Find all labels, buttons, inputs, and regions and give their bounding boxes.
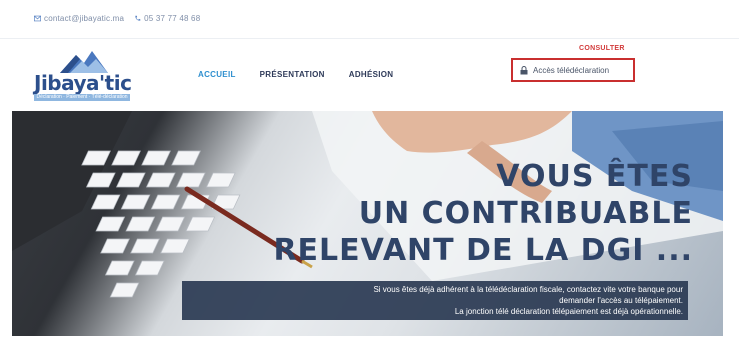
site-header: Jibaya'tic Déclaration · Paiement · Télé… [0, 39, 739, 109]
email-item[interactable]: contact@jibayatic.ma [34, 14, 124, 23]
top-contact-bar: contact@jibayatic.ma 05 37 77 48 68 [0, 0, 739, 38]
logo-tagline: Déclaration · Paiement · Télé-déclaratio… [34, 94, 130, 101]
hero-caption-line-3: La jonction télé déclaration télépaiemen… [454, 307, 683, 316]
lock-icon [520, 65, 528, 74]
envelope-icon [34, 15, 41, 22]
hero-banner: VOUS ÊTES UN CONTRIBUABLE RELEVANT DE LA… [12, 111, 723, 336]
hero-heading-line-3: RELEVANT DE LA DGI ... [273, 233, 693, 268]
nav-item-presentation[interactable]: PRÉSENTATION [260, 70, 325, 79]
main-nav: ACCUEIL PRÉSENTATION ADHÉSION [198, 70, 393, 79]
nav-item-accueil[interactable]: ACCUEIL [198, 70, 236, 79]
consult-label: CONSULTER [579, 45, 625, 52]
phone-icon [135, 15, 141, 21]
hero-caption: Si vous êtes déjà adhérent à la télédécl… [182, 281, 688, 320]
site-logo[interactable]: Jibaya'tic Déclaration · Paiement · Télé… [34, 49, 132, 103]
nav-item-adhesion[interactable]: ADHÉSION [349, 70, 394, 79]
login-button-label: Accès télédéclaration [533, 65, 610, 75]
hero-heading-line-1: VOUS ÊTES [496, 159, 693, 194]
logo-name: Jibaya'tic [34, 71, 132, 95]
hero-heading-line-2: UN CONTRIBUABLE [358, 196, 693, 231]
teledeclaration-access-button[interactable]: Accès télédéclaration [511, 58, 635, 82]
hero-heading: VOUS ÊTES UN CONTRIBUABLE RELEVANT DE LA… [273, 158, 693, 269]
phone-text: 05 37 77 48 68 [144, 14, 201, 23]
email-text: contact@jibayatic.ma [44, 14, 125, 23]
contact-info: contact@jibayatic.ma 05 37 77 48 68 [34, 14, 200, 23]
phone-item[interactable]: 05 37 77 48 68 [134, 14, 200, 23]
hero-caption-line-2: demander l'accès au télépaiement. [559, 296, 683, 305]
hero-caption-line-1: Si vous êtes déjà adhérent à la télédécl… [373, 285, 683, 294]
